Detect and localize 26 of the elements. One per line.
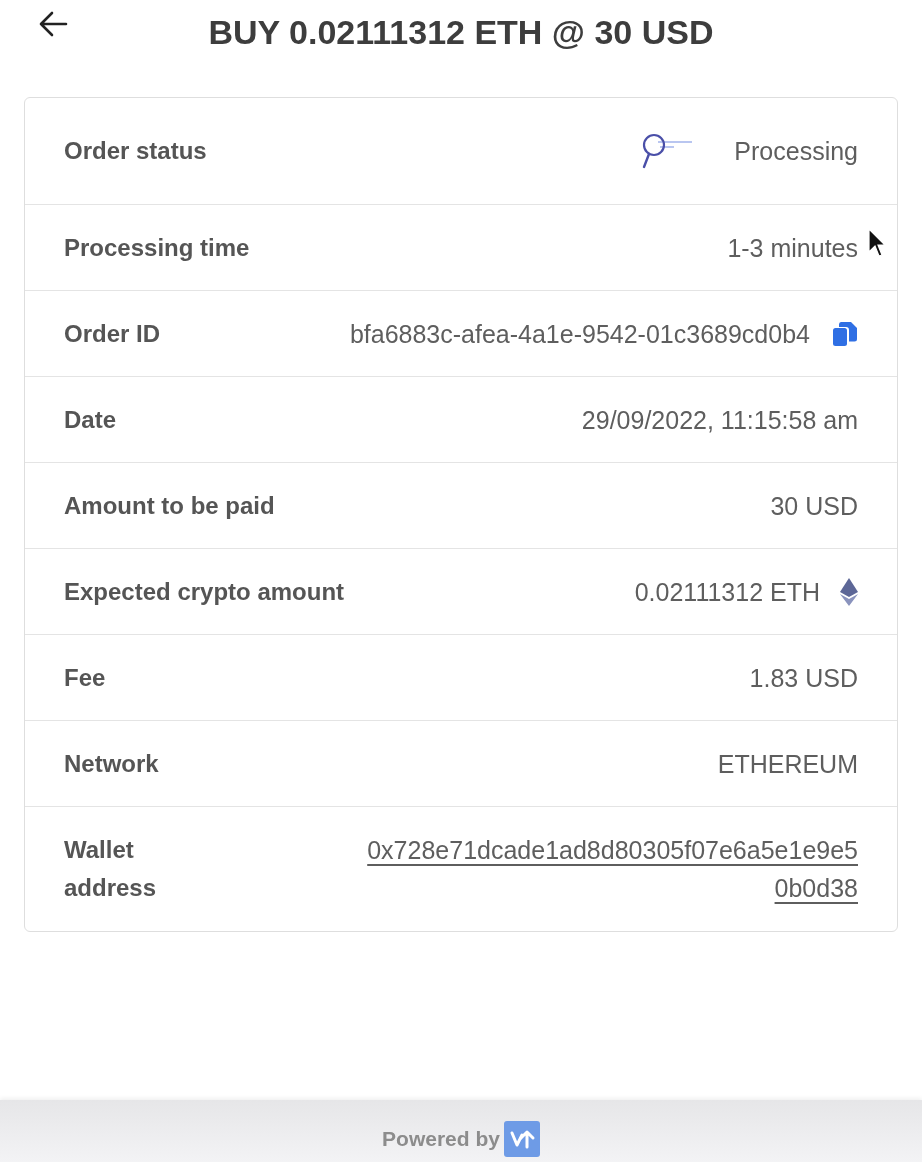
detail-value: 29/09/2022, 11:15:58 am [581,404,858,436]
detail-label: Order ID [64,318,161,349]
mouse-pointer-icon [868,228,886,258]
detail-value: 30 USD [770,490,858,522]
order-id-value: bfa6883c-afea-4a1e-9542-01c3689cd0b4 [349,318,810,350]
detail-value: 1-3 minutes [727,232,858,264]
arrows-logo-icon [503,1121,540,1157]
detail-label: Network [64,748,159,779]
crypto-amount-value: 0.02111312 ETH [634,576,820,608]
copy-icon[interactable] [832,320,858,347]
detail-label: Wallet address [64,835,158,903]
diamond-icon [840,577,858,606]
detail-label: Amount to be paid [64,490,275,521]
detail-label: Expected crypto amount [64,576,345,607]
detail-label: Processing time [64,232,250,263]
detail-label: Order status [64,136,207,166]
magnifier-icon [640,132,695,170]
powered-by-text: Powered by [382,1126,500,1152]
arrow-left-icon [38,11,68,37]
page-title: BUY 0.02111312 ETH @ 30 USD [208,12,714,53]
detail-value: 1.83 USD [749,662,858,694]
detail-label: Fee [64,662,106,693]
status-value: Processing [734,136,858,167]
detail-label: Date [64,404,117,435]
wallet-address-link[interactable]: 0x728e71dcade1ad8d80305f07e6a5e1e9e50b0d38 [358,831,858,907]
detail-value: ETHEREUM [717,748,858,780]
